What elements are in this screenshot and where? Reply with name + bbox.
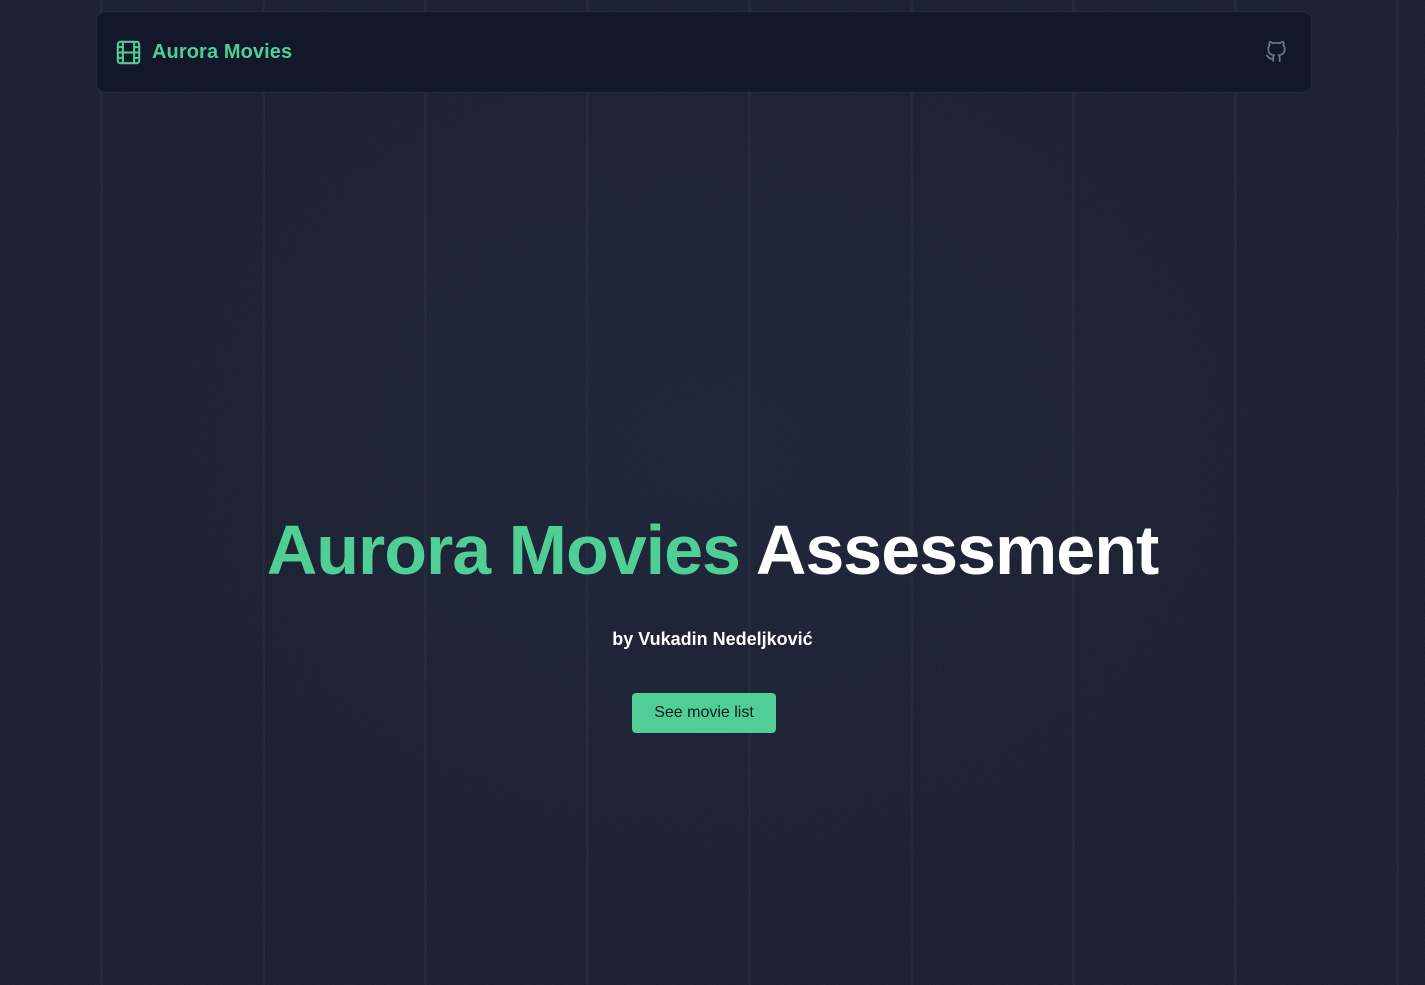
hero-title-accent: Aurora Movies bbox=[266, 511, 741, 589]
see-movie-list-button[interactable]: See movie list bbox=[632, 693, 776, 733]
film-icon bbox=[115, 39, 142, 66]
top-navbar: Aurora Movies bbox=[96, 11, 1312, 93]
hero-title: Aurora Movies Assessment bbox=[0, 508, 1425, 592]
brand-name: Aurora Movies bbox=[152, 40, 293, 63]
brand-home-link[interactable]: Aurora Movies bbox=[115, 39, 292, 66]
hero-section: Aurora Movies Assessment by Vukadin Nede… bbox=[0, 0, 1425, 985]
hero-title-main: Assessment bbox=[755, 511, 1159, 589]
github-link[interactable] bbox=[1263, 39, 1289, 65]
github-icon bbox=[1265, 41, 1287, 63]
hero-subtitle: by Vukadin Nedeljković bbox=[612, 629, 813, 649]
